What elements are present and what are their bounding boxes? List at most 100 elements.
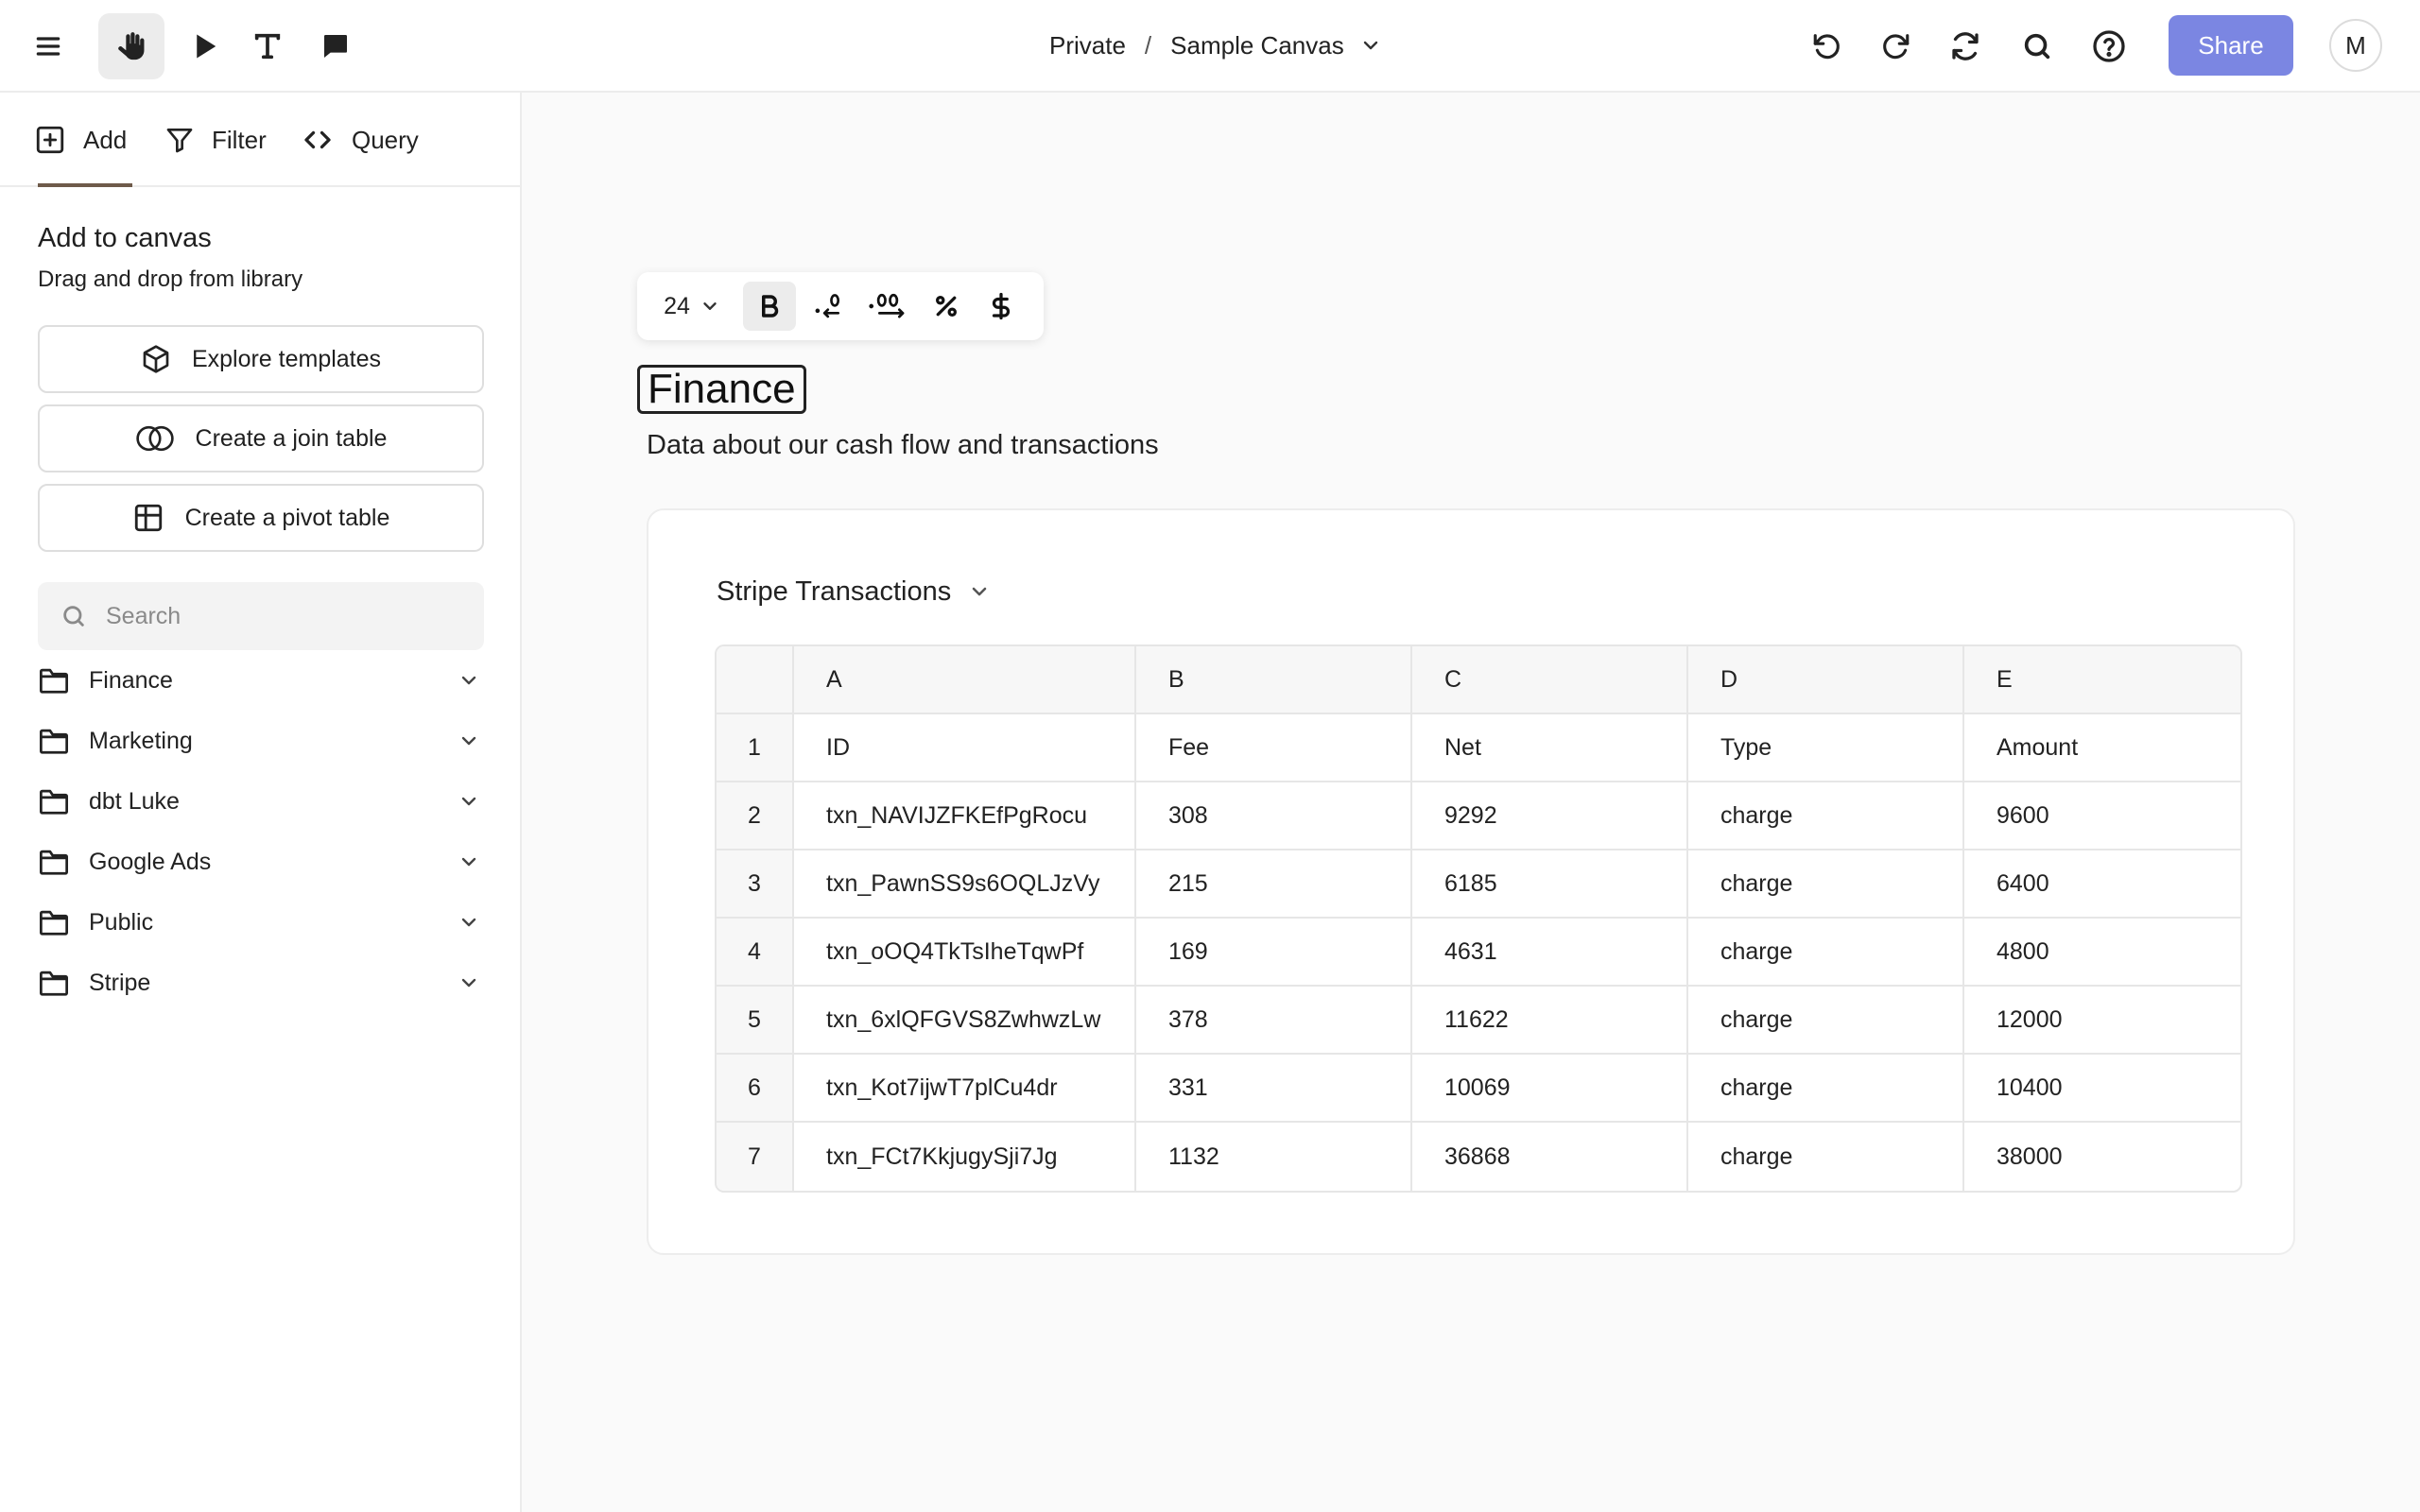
breadcrumb-current[interactable]: Sample Canvas <box>1170 31 1344 60</box>
chevron-down-icon[interactable] <box>458 790 480 813</box>
folder-google-ads[interactable]: Google Ads <box>38 839 484 885</box>
font-size-select[interactable]: 24 <box>656 282 728 331</box>
sidebar: Add Filter Query Add to canvas Drag and … <box>0 93 522 1512</box>
refresh-icon[interactable] <box>1932 13 1998 79</box>
canvas-title-editor[interactable]: Finance <box>637 365 806 414</box>
table-cell[interactable]: 10400 <box>1964 1055 2240 1123</box>
folder-public[interactable]: Public <box>38 900 484 945</box>
folder-dbt-luke[interactable]: dbt Luke <box>38 779 484 824</box>
table-cell[interactable]: 215 <box>1136 850 1412 919</box>
table-cell[interactable]: ID <box>794 714 1136 782</box>
row-number[interactable]: 4 <box>717 919 794 987</box>
row-number[interactable]: 5 <box>717 987 794 1055</box>
canvas-subtitle[interactable]: Data about our cash flow and transaction… <box>647 430 1159 461</box>
chevron-down-icon[interactable] <box>458 971 480 994</box>
comment-icon[interactable] <box>302 13 369 79</box>
help-icon[interactable] <box>2076 13 2142 79</box>
tab-query[interactable]: Query <box>301 119 419 161</box>
table-cell[interactable]: charge <box>1688 919 1964 987</box>
tab-filter-label: Filter <box>212 125 267 154</box>
row-number[interactable]: 7 <box>717 1123 794 1191</box>
create-join-table-button[interactable]: Create a join table <box>38 404 484 472</box>
library-search[interactable] <box>38 582 484 650</box>
table-cell[interactable]: 12000 <box>1964 987 2240 1055</box>
bold-icon[interactable] <box>743 282 796 331</box>
table-cell[interactable]: 6400 <box>1964 850 2240 919</box>
table-cell[interactable]: 6185 <box>1412 850 1688 919</box>
folder-finance[interactable]: Finance <box>38 658 484 703</box>
avatar[interactable]: M <box>2329 19 2382 72</box>
table-cell[interactable]: 38000 <box>1964 1123 2240 1191</box>
dollar-icon[interactable] <box>977 282 1025 331</box>
text-icon[interactable] <box>234 13 301 79</box>
table-cell[interactable]: Type <box>1688 714 1964 782</box>
table-cell[interactable]: charge <box>1688 782 1964 850</box>
folder-marketing[interactable]: Marketing <box>38 718 484 764</box>
chevron-down-icon[interactable] <box>1359 34 1382 57</box>
table-cell[interactable]: 378 <box>1136 987 1412 1055</box>
table-cell[interactable]: 36868 <box>1412 1123 1688 1191</box>
table-cell[interactable]: 11622 <box>1412 987 1688 1055</box>
table-cell[interactable]: 9292 <box>1412 782 1688 850</box>
tab-filter[interactable]: Filter <box>164 119 267 161</box>
table-cell[interactable]: 331 <box>1136 1055 1412 1123</box>
table-cell[interactable]: charge <box>1688 987 1964 1055</box>
table-cell[interactable]: txn_NAVIJZFKEfPgRocu <box>794 782 1136 850</box>
table-cell[interactable]: txn_6xlQFGVS8ZwhwzLw <box>794 987 1136 1055</box>
corner-cell[interactable] <box>717 646 794 714</box>
canvas-title[interactable]: Finance <box>648 366 796 413</box>
share-button[interactable]: Share <box>2169 15 2293 76</box>
table-cell[interactable]: txn_Kot7ijwT7plCu4dr <box>794 1055 1136 1123</box>
table-cell[interactable]: 169 <box>1136 919 1412 987</box>
breadcrumb-separator: / <box>1144 30 1152 60</box>
chevron-down-icon[interactable] <box>458 730 480 752</box>
table-cell[interactable]: txn_oOQ4TkTsIheTqwPf <box>794 919 1136 987</box>
column-header[interactable]: E <box>1964 646 2240 714</box>
table-cell[interactable]: Amount <box>1964 714 2240 782</box>
search-input[interactable] <box>106 602 446 630</box>
breadcrumb-parent[interactable]: Private <box>1049 31 1126 60</box>
table-cell[interactable]: 4631 <box>1412 919 1688 987</box>
table-cell[interactable]: charge <box>1688 1055 1964 1123</box>
table-cell[interactable]: Fee <box>1136 714 1412 782</box>
row-number[interactable]: 1 <box>717 714 794 782</box>
percent-icon[interactable] <box>923 282 970 331</box>
explore-templates-label: Explore templates <box>191 345 382 372</box>
table-row: 7 txn_FCt7KkjugySji7Jg 1132 36868 charge… <box>717 1123 2240 1191</box>
column-header[interactable]: C <box>1412 646 1688 714</box>
increase-decimal-icon[interactable] <box>860 282 915 331</box>
tab-add[interactable]: Add <box>34 119 127 161</box>
table-cell[interactable]: 9600 <box>1964 782 2240 850</box>
table-cell[interactable]: 4800 <box>1964 919 2240 987</box>
search-icon[interactable] <box>2004 13 2070 79</box>
pointer-icon[interactable] <box>172 13 238 79</box>
table-cell[interactable]: 10069 <box>1412 1055 1688 1123</box>
undo-icon[interactable] <box>1794 13 1860 79</box>
folder-stripe[interactable]: Stripe <box>38 960 484 1005</box>
table-cell[interactable]: 1132 <box>1136 1123 1412 1191</box>
column-header[interactable]: A <box>794 646 1136 714</box>
chevron-down-icon[interactable] <box>458 911 480 934</box>
create-pivot-table-button[interactable]: Create a pivot table <box>38 484 484 552</box>
chevron-down-icon[interactable] <box>458 669 480 692</box>
column-header[interactable]: B <box>1136 646 1412 714</box>
table-card-title[interactable]: Stripe Transactions <box>717 573 991 610</box>
table-cell[interactable]: charge <box>1688 850 1964 919</box>
folder-label: Finance <box>89 666 173 694</box>
table-cell[interactable]: Net <box>1412 714 1688 782</box>
column-header[interactable]: D <box>1688 646 1964 714</box>
table-cell[interactable]: charge <box>1688 1123 1964 1191</box>
row-number[interactable]: 6 <box>717 1055 794 1123</box>
decrease-decimal-icon[interactable] <box>805 282 853 331</box>
row-number[interactable]: 2 <box>717 782 794 850</box>
chevron-down-icon <box>972 587 987 596</box>
hand-icon[interactable] <box>98 13 164 79</box>
explore-templates-button[interactable]: Explore templates <box>38 325 484 393</box>
row-number[interactable]: 3 <box>717 850 794 919</box>
table-cell[interactable]: txn_PawnSS9s6OQLJzVy <box>794 850 1136 919</box>
table-cell[interactable]: txn_FCt7KkjugySji7Jg <box>794 1123 1136 1191</box>
redo-icon[interactable] <box>1862 13 1928 79</box>
chevron-down-icon[interactable] <box>458 850 480 873</box>
table-cell[interactable]: 308 <box>1136 782 1412 850</box>
menu-icon[interactable] <box>15 13 81 79</box>
